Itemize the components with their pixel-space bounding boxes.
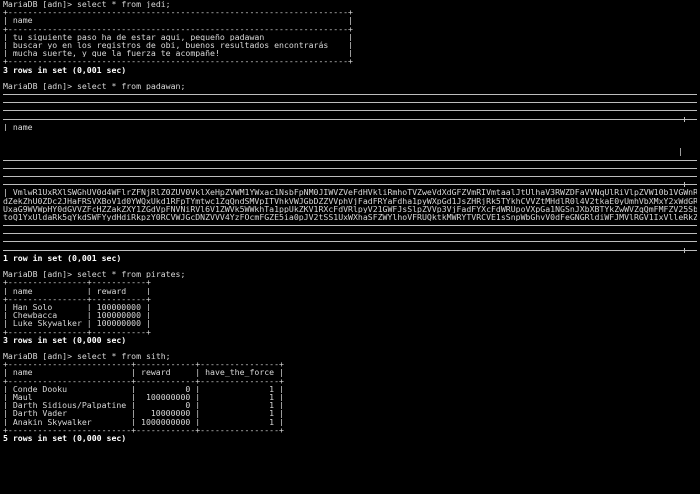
table-border-wrap	[3, 164, 697, 172]
table-border: +-------------------------+------------+…	[3, 360, 284, 369]
table-header-row: | name | reward |	[3, 286, 151, 295]
query-text: select * from padawan;	[76, 81, 186, 91]
result-summary: 3 rows in set (0,001 sec)	[3, 65, 127, 74]
result-summary: 3 rows in set (0,000 sec)	[3, 335, 127, 344]
table-border	[3, 156, 697, 164]
prompt: MariaDB [adn]>	[3, 352, 77, 361]
table-border-wrap	[3, 180, 697, 188]
prompt: MariaDB [adn]>	[3, 0, 77, 9]
table-row: UxaG9WVWpHY0dGVVZFcHZZakZXY1ZGdVpFNVNiRV…	[3, 204, 697, 213]
table-row: | Darth Vader | 10000000 | 1 |	[3, 409, 284, 418]
table-border: +---------------------------------------…	[3, 24, 353, 33]
table-border-wrap	[3, 98, 697, 106]
table-border-wrap	[3, 172, 697, 180]
terminal-window[interactable]: MariaDB [adn]> select * from jedi; +----…	[3, 0, 697, 494]
result-summary: 5 rows in set (0,000 sec)	[3, 433, 127, 443]
table-border-wrap	[3, 115, 697, 123]
table-border-wrap	[3, 237, 697, 245]
table-row: | buscar yo en los registros de obi, bue…	[3, 40, 353, 50]
prompt: MariaDB [adn]>	[3, 81, 77, 91]
table-border-wrap	[3, 246, 697, 254]
table-row: | Maul | 100000000 | 1 |	[3, 393, 284, 402]
table-border: +----------------+-----------+	[3, 327, 151, 336]
table-row: | Chewbacca | 100000000 |	[3, 311, 151, 320]
table-row: | Darth Sidious/Palpatine | 0 | 1 |	[3, 401, 284, 410]
table-header-row: | name	[3, 122, 33, 131]
table-row: toQ1YxUldaRk5qYkdSWFYydHdiRkpzY0RCVWJGcD…	[3, 212, 697, 222]
table-border: +-------------------------+------------+…	[3, 425, 284, 434]
table-row: | VmlwR1UxRXlSWGhUV0d4WFlrZFNjRlZ0ZUV0Vk…	[3, 188, 697, 197]
query-text: select * from jedi;	[76, 0, 171, 9]
table-row: | mucha suerte, y que la fuerza te acomp…	[3, 49, 353, 58]
prompt-line: MariaDB [adn]> select * from padawan;	[3, 82, 697, 90]
table-border	[3, 90, 697, 98]
wrapped-blank	[3, 131, 697, 139]
table-border: +----------------+-----------+	[3, 294, 151, 303]
table-row: | Anakin Skywalker | 1000000000 | 1 |	[3, 417, 284, 426]
table-border-wrap	[3, 106, 697, 114]
query-text: select * from pirates;	[76, 270, 186, 279]
query-text: select * from sith;	[76, 352, 171, 361]
table-row: | Luke Skywalker | 100000000 |	[3, 319, 151, 328]
table-row: dZekZhU0ZDc2JHaFRSVXBoV1d0YWQxUkd1RFpTYm…	[3, 196, 697, 205]
table-border: +---------------------------------------…	[3, 8, 353, 17]
table-border: +---------------------------------------…	[3, 57, 353, 66]
table-row: | tu siguiente paso ha de estar aqui, pe…	[3, 32, 353, 41]
prompt-line: MariaDB [adn]> select * from pirates;	[3, 270, 697, 278]
prompt-line: MariaDB [adn]> select * from sith;	[3, 352, 697, 360]
wrapped-blank	[3, 139, 697, 147]
table-row: | Conde Dooku | 0 | 1 |	[3, 384, 284, 393]
table-header-row: | name |	[3, 16, 353, 25]
table-border: +----------------+-----------+	[3, 278, 151, 287]
table-header-row: | name | reward | have_the_force |	[3, 368, 284, 377]
header-closing-pipe: |	[678, 146, 683, 157]
table-border	[3, 221, 697, 229]
table-border: +-------------------------+------------+…	[3, 376, 284, 385]
prompt: MariaDB [adn]>	[3, 270, 77, 279]
table-row: | Han Solo | 100000000 |	[3, 302, 151, 312]
result-summary: 1 row in set (0,001 sec)	[3, 253, 122, 262]
prompt-line: MariaDB [adn]> select * from jedi;	[3, 0, 697, 8]
table-border-wrap	[3, 229, 697, 237]
